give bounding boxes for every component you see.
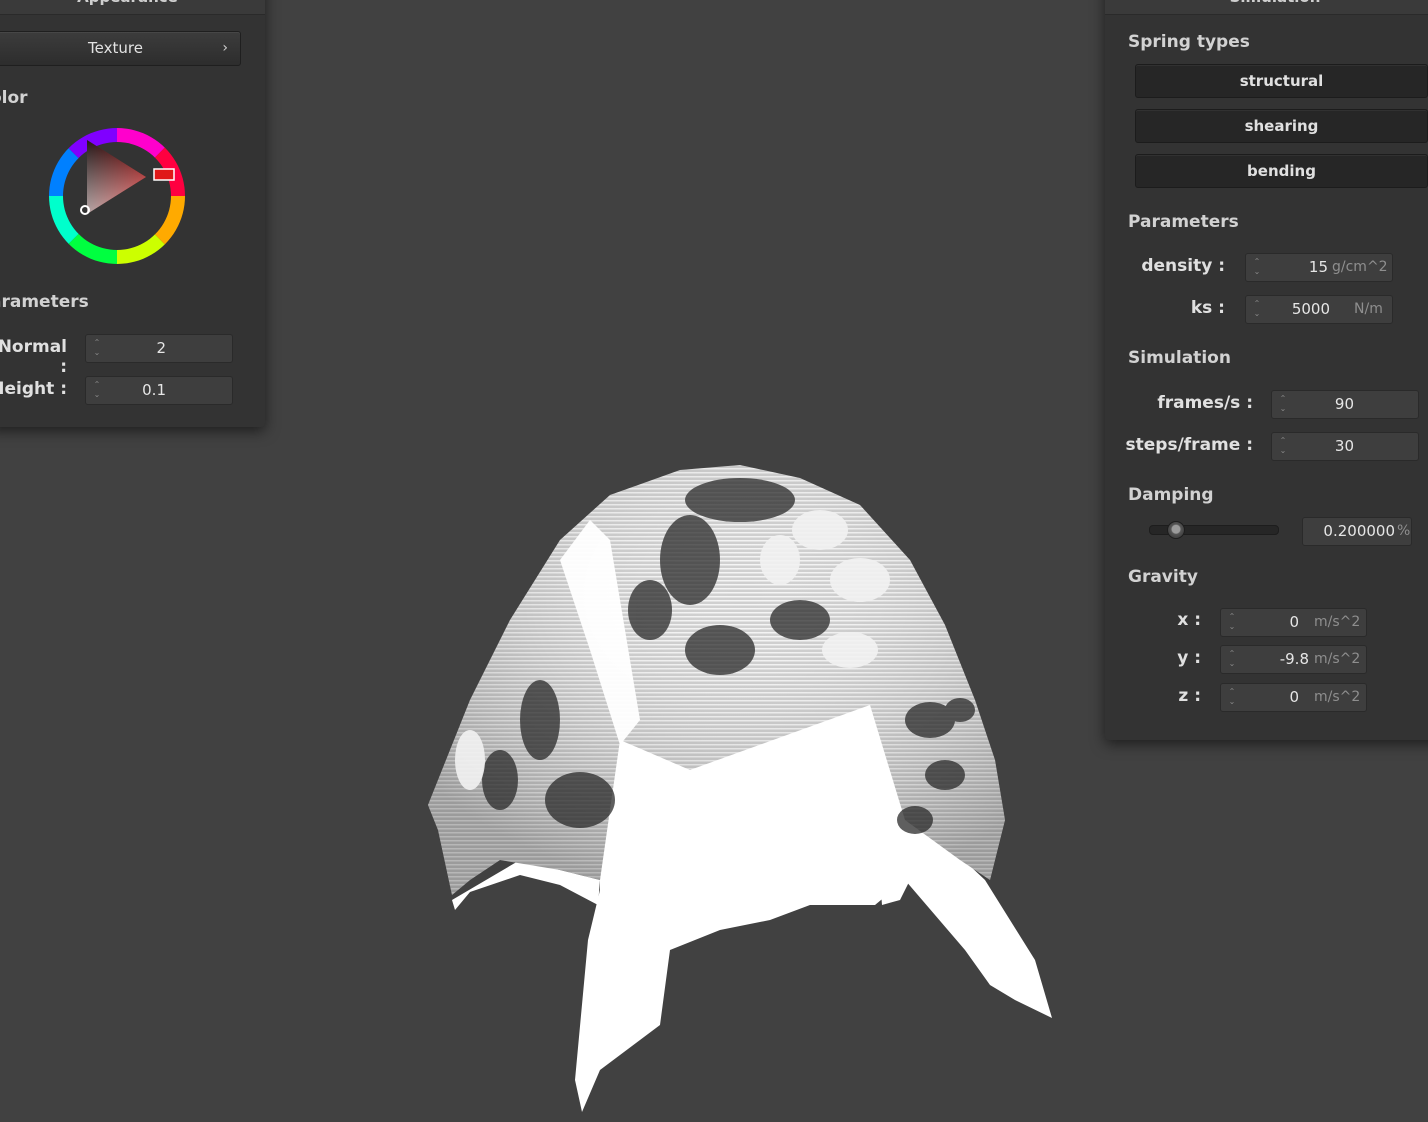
spinner-arrows-icon[interactable]: ⌃ ⌄ <box>1227 612 1237 632</box>
cloth-mesh <box>428 465 1052 1112</box>
gravity-x-unit: m/s^2 <box>1314 614 1361 630</box>
gravity-y-input[interactable]: ⌃ ⌄ -9.8 m/s^2 <box>1220 645 1367 674</box>
height-value: 0.1 <box>142 381 166 399</box>
appearance-parameters-label: arameters <box>0 292 89 312</box>
simulation-panel-title[interactable]: Simulation <box>1105 0 1428 15</box>
fps-label: frames/s : <box>1157 393 1253 413</box>
gravity-z-label: z : <box>1178 686 1201 706</box>
normal-label: Normal : <box>0 337 67 377</box>
gravity-y-label: y : <box>1177 648 1201 668</box>
gravity-y-value: -9.8 <box>1279 650 1309 668</box>
sim-parameters-label: Parameters <box>1128 212 1239 232</box>
color-section-label: olor <box>0 88 28 108</box>
steps-input[interactable]: ⌃ ⌄ 30 <box>1271 432 1419 461</box>
shearing-button[interactable]: shearing <box>1135 109 1428 143</box>
gravity-z-value: 0 <box>1289 688 1299 706</box>
damping-value: 0.200000 <box>1323 522 1395 540</box>
texture-button-label: Texture <box>88 39 143 57</box>
appearance-panel: Appearance Texture › olor <box>0 0 265 427</box>
gravity-x-input[interactable]: ⌃ ⌄ 0 m/s^2 <box>1220 608 1367 637</box>
normal-value: 2 <box>156 339 166 357</box>
hue-picker-handle[interactable] <box>153 168 175 181</box>
steps-value: 30 <box>1334 437 1354 455</box>
spinner-arrows-icon[interactable]: ⌃ ⌄ <box>1278 436 1288 456</box>
spring-types-label: Spring types <box>1128 32 1250 52</box>
color-wheel[interactable] <box>46 126 188 266</box>
gravity-z-unit: m/s^2 <box>1314 689 1361 705</box>
density-label: density : <box>1141 256 1225 276</box>
spinner-arrows-icon[interactable]: ⌃ ⌄ <box>1252 299 1262 319</box>
simulation-section-label: Simulation <box>1128 348 1231 368</box>
spinner-arrows-icon[interactable]: ⌃ ⌄ <box>92 338 102 358</box>
bending-button[interactable]: bending <box>1135 154 1428 188</box>
damping-label: Damping <box>1128 485 1214 505</box>
fps-value: 90 <box>1334 395 1354 413</box>
simulation-panel: Simulation Spring types structural shear… <box>1105 0 1428 740</box>
steps-label: steps/frame : <box>1125 435 1253 455</box>
spinner-arrows-icon[interactable]: ⌃ ⌄ <box>92 380 102 400</box>
structural-button[interactable]: structural <box>1135 64 1428 98</box>
damping-input[interactable]: 0.200000 % <box>1302 517 1412 546</box>
height-label: Height : <box>0 379 67 399</box>
spinner-arrows-icon[interactable]: ⌃ ⌄ <box>1227 649 1237 669</box>
gravity-x-value: 0 <box>1289 613 1299 631</box>
ks-unit: N/m <box>1354 301 1383 317</box>
gravity-label: Gravity <box>1128 567 1198 587</box>
gravity-z-input[interactable]: ⌃ ⌄ 0 m/s^2 <box>1220 683 1367 712</box>
fps-input[interactable]: ⌃ ⌄ 90 <box>1271 390 1419 419</box>
ks-label: ks : <box>1190 298 1225 318</box>
chevron-right-icon: › <box>222 40 228 56</box>
ks-input[interactable]: ⌃ ⌄ 5000 N/m <box>1245 295 1393 324</box>
normal-input[interactable]: ⌃ ⌄ 2 <box>85 334 233 363</box>
ks-value: 5000 <box>1291 300 1330 318</box>
density-value: 15 <box>1308 258 1328 276</box>
density-unit: g/cm^2 <box>1332 259 1388 275</box>
height-input[interactable]: ⌃ ⌄ 0.1 <box>85 376 233 405</box>
spinner-arrows-icon[interactable]: ⌃ ⌄ <box>1252 257 1262 277</box>
appearance-panel-title[interactable]: Appearance <box>0 0 265 15</box>
spinner-arrows-icon[interactable]: ⌃ ⌄ <box>1227 687 1237 707</box>
spinner-arrows-icon[interactable]: ⌃ ⌄ <box>1278 394 1288 414</box>
texture-button[interactable]: Texture › <box>0 31 241 66</box>
gravity-y-unit: m/s^2 <box>1314 651 1361 667</box>
gravity-x-label: x : <box>1177 610 1201 630</box>
damping-slider-handle[interactable] <box>1166 521 1185 539</box>
density-input[interactable]: ⌃ ⌄ 15 g/cm^2 <box>1245 253 1393 282</box>
damping-unit: % <box>1397 523 1411 539</box>
